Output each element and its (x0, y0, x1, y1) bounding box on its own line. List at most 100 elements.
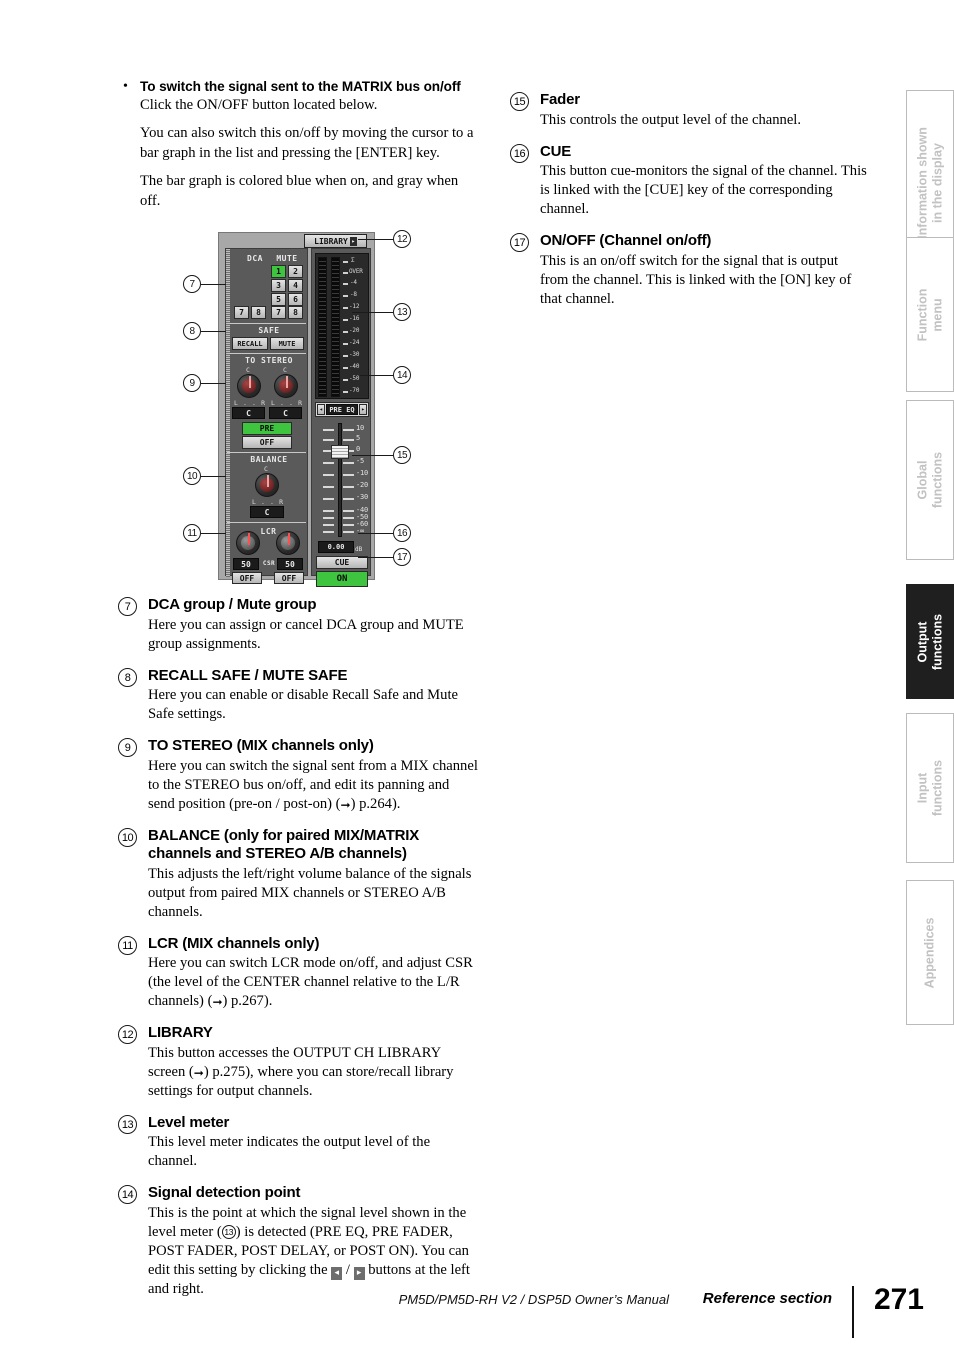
meter-tick (343, 295, 348, 297)
lcr-off-button-left[interactable]: OFF (232, 572, 262, 584)
item-description: This is the point at which the signal le… (148, 1204, 470, 1297)
to-stereo-pan-knob-right[interactable] (274, 374, 298, 398)
fader-scale-label-1: 5 (356, 434, 361, 442)
sidebar-tab-function-menu[interactable]: Function menu (906, 237, 954, 392)
right-text-column: 15 Fader This controls the output level … (510, 78, 870, 309)
fader-area[interactable]: 10 5 0 -5 -10 -20 -30 -40 -50 -60 -∞ (315, 421, 369, 539)
to-stereo-pan-value-left[interactable]: C (232, 407, 265, 419)
lcr-knob-left[interactable] (236, 531, 260, 555)
lcr-off-button-right[interactable]: OFF (274, 572, 304, 584)
footer-page-number: 271 (873, 1283, 924, 1316)
fader-tick (343, 462, 354, 464)
to-stereo-center-tick-right: C (283, 366, 287, 374)
mute-button-6[interactable]: 6 (288, 293, 303, 306)
bullet-dot-icon: • (123, 79, 128, 94)
meter-scale-label-0: Σ (351, 257, 355, 264)
item-number: 13 (118, 1114, 137, 1134)
fader-tick (343, 429, 354, 431)
dca-button-7[interactable]: 7 (234, 306, 249, 319)
item-number: 9 (118, 738, 137, 758)
desc-part-b: ) p.264). (350, 795, 401, 812)
tab-label-line1: Appendices (922, 917, 937, 988)
fader-track[interactable] (338, 423, 342, 537)
mute-button-5[interactable]: 5 (271, 293, 286, 306)
desc-part-a: Here you can switch LCR mode on/off, and… (148, 955, 473, 1010)
callout-9: 9 (183, 374, 201, 392)
csr-label: CSR (262, 560, 276, 567)
to-stereo-off-button[interactable]: OFF (242, 436, 292, 449)
to-stereo-pre-button[interactable]: PRE (242, 422, 292, 435)
lcr-knob-right[interactable] (276, 531, 300, 555)
mute-button-1[interactable]: 1 (271, 265, 286, 278)
matrix-bus-bullet: • To switch the signal sent to the MATRI… (118, 78, 478, 211)
mute-button-8[interactable]: 8 (288, 306, 303, 319)
meter-tick (343, 307, 348, 309)
tab-label-line1: Information shown (915, 126, 930, 239)
sidebar-tab-label: Input functions (915, 760, 945, 816)
knob-indicator (288, 533, 290, 545)
sidebar-tab-label: Appendices (923, 917, 938, 988)
knob-indicator (267, 475, 269, 487)
knob-indicator (248, 533, 250, 545)
dca-button-8[interactable]: 8 (251, 306, 266, 319)
knob-indicator (249, 376, 251, 388)
fader-tick (343, 474, 354, 476)
fader-scale-label-2: 0 (356, 445, 361, 453)
detect-prev-inline-icon: ◂ (331, 1266, 343, 1280)
meter-scale-label-6: -20 (349, 327, 360, 334)
sidebar-tab-output-functions[interactable]: Output functions (906, 584, 954, 699)
lcr-csr-value-left[interactable]: 50 (233, 558, 259, 570)
detect-point-value: PRE EQ (326, 404, 358, 415)
recall-safe-button[interactable]: RECALL (232, 337, 268, 350)
fader-tick (323, 498, 334, 500)
sidebar-tab-input-functions[interactable]: Input functions (906, 713, 954, 863)
item-title: CUE (540, 142, 572, 160)
balance-center-tick: C (264, 465, 268, 473)
leader-line-7 (201, 284, 226, 286)
item-title: ON/OFF (Channel on/off) (540, 232, 712, 250)
tab-label-line2: in the display (930, 142, 944, 223)
fader-tick (343, 524, 354, 526)
item-description: Here you can assign or cancel DCA group … (148, 616, 464, 652)
item-title: LIBRARY (148, 1024, 213, 1042)
detect-next-button[interactable]: ▸ (359, 404, 367, 415)
mute-safe-button[interactable]: MUTE (270, 337, 304, 350)
balance-knob[interactable] (255, 473, 279, 497)
sidebar-tab-appendices[interactable]: Appendices (906, 880, 954, 1025)
level-meter-bar-right (331, 257, 340, 397)
to-stereo-pan-value-right[interactable]: C (269, 407, 302, 419)
fader-tick (323, 531, 334, 533)
meter-tick (343, 319, 348, 321)
fader-value-display: 0.00 (318, 541, 354, 553)
meter-scale-label-4: -12 (349, 303, 360, 310)
footer-divider (852, 1286, 854, 1338)
mute-button-7[interactable]: 7 (271, 306, 286, 319)
leader-line-10 (201, 476, 226, 478)
callout-15: 15 (393, 446, 411, 464)
fader-scale-label-4: -10 (356, 469, 369, 477)
mute-button-2[interactable]: 2 (288, 265, 303, 278)
fader-unit-label: dB (355, 546, 363, 553)
sidebar-tab-label: Function menu (915, 288, 945, 341)
footer-manual-title: PM5D/PM5D-RH V2 / DSP5D Owner’s Manual (398, 1292, 669, 1307)
tab-label-line1: Output (915, 621, 930, 662)
channel-on-button[interactable]: ON (316, 571, 368, 587)
mute-button-4[interactable]: 4 (288, 279, 303, 292)
fader-tick (323, 524, 334, 526)
bullet-paragraph-2: You can also switch this on/off by movin… (140, 125, 474, 161)
callout-7: 7 (183, 275, 201, 293)
item-11-lcr: 11 LCR (MIX channels only) Here you can … (118, 935, 478, 1012)
sidebar-tab-global-functions[interactable]: Global functions (906, 400, 954, 560)
fader-handle[interactable] (331, 445, 349, 459)
footer-section-title: Reference section (702, 1290, 832, 1307)
item-title: BALANCE (only for paired MIX/MATRIX chan… (148, 826, 420, 863)
library-button[interactable]: LIBRARY ▸ (304, 234, 367, 248)
balance-value[interactable]: C (250, 506, 284, 518)
detect-prev-button[interactable]: ◂ (317, 404, 325, 415)
lcr-csr-value-right[interactable]: 50 (277, 558, 303, 570)
tab-label-line1: Function (915, 288, 930, 341)
leader-line-12 (358, 239, 393, 241)
callout-17: 17 (393, 548, 411, 566)
mute-button-3[interactable]: 3 (271, 279, 286, 292)
to-stereo-pan-knob-left[interactable] (237, 374, 261, 398)
